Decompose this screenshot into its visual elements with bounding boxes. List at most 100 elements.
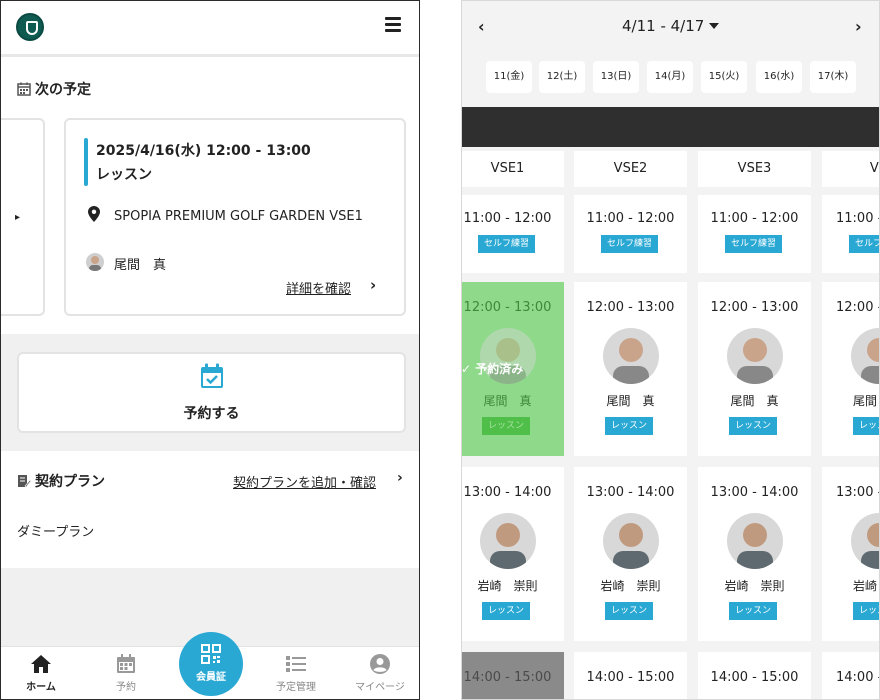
slot-card-booked[interactable]: 12:00 - 13:00 ✓ 予約済み 尾間 真 レッスン xyxy=(461,282,564,456)
reserve-button[interactable]: 予約する xyxy=(17,352,406,433)
slot-card[interactable]: 14:00 - 15:00 xyxy=(574,652,687,699)
coach-name: 尾間 真 xyxy=(483,394,532,408)
slot-time: 11:00 - 12:00 xyxy=(463,211,552,226)
week-selector: ‹ 4/11 - 4/17 › 11(金) 12(土) 13(日) 14(月) … xyxy=(462,1,879,107)
week-range[interactable]: 4/11 - 4/17 xyxy=(622,17,704,35)
coach-avatar xyxy=(851,513,879,569)
slot-tag: レッスン xyxy=(482,602,531,620)
slot-time: 12:00 - 13:00 xyxy=(710,300,799,315)
slot-time: 11:00 - 12:00 xyxy=(836,211,879,226)
column-header-vs: VS xyxy=(822,151,879,187)
slot-card[interactable]: 12:00 - 13:00 尾間 真 レッスン xyxy=(574,282,687,456)
column-header-vse2: VSE2 xyxy=(574,151,687,187)
coach-avatar xyxy=(480,513,536,569)
booked-label: ✓ 予約済み xyxy=(461,362,524,376)
slot-card[interactable]: 13:00 - 14:00 岩崎 崇則 レッスン xyxy=(574,467,687,641)
home-icon xyxy=(31,655,51,673)
tab-mypage[interactable]: マイページ xyxy=(345,653,415,693)
slot-time: 12:00 - 13:00 xyxy=(586,300,675,315)
user-circle-icon xyxy=(370,654,390,674)
day-chip[interactable]: 17(木) xyxy=(810,61,856,93)
coach-name: 岩崎 崇則 xyxy=(477,579,538,593)
plan-section-title: 契約プラン xyxy=(17,471,105,491)
caret-down-icon[interactable] xyxy=(709,23,719,29)
tab-home[interactable]: ホーム xyxy=(6,653,76,693)
column-header-vse1: VSE1 xyxy=(462,151,564,187)
check-icon: ✓ xyxy=(461,362,476,376)
reserve-label: 予約する xyxy=(183,406,240,422)
plan-add-link[interactable]: 契約プランを追加・確認 xyxy=(233,472,376,491)
coach-name: 尾間 真 xyxy=(853,394,879,408)
slot-card[interactable]: 12:00 - 13:00 尾間 真 レッスン xyxy=(698,282,811,456)
day-chip[interactable]: 13(日) xyxy=(593,61,639,93)
slot-time: 13:00 - 14:00 xyxy=(836,485,879,500)
schedule-type: レッスン xyxy=(96,167,152,183)
calendar-icon xyxy=(117,654,135,673)
slot-time: 13:00 - 14:00 xyxy=(710,485,799,500)
slot-tag: レッスン xyxy=(729,417,778,435)
coach-avatar xyxy=(603,328,659,384)
slot-tag: レッスン xyxy=(605,602,654,620)
hamburger-icon[interactable] xyxy=(385,17,401,32)
slot-card[interactable]: 14:00 - 15:00 xyxy=(698,652,811,699)
home-screen: 次の予定 ▸ 2025/4/16(水) 12:00 - 13:00 レッスン S… xyxy=(0,0,420,700)
slot-card[interactable]: 13:00 - 14:00 岩崎 崇則 レッスン xyxy=(462,467,564,641)
tab-schedule[interactable]: 予定管理 xyxy=(261,653,331,693)
schedule-card[interactable]: 2025/4/16(水) 12:00 - 13:00 レッスン SPOPIA P… xyxy=(64,118,406,316)
coach-name: 尾間 真 xyxy=(606,394,655,408)
slot-card[interactable]: 11:00 - 12:00 セルフ練習 xyxy=(822,195,879,273)
coach-name: 尾間 真 xyxy=(730,394,779,408)
day-chip[interactable]: 15(火) xyxy=(701,61,747,93)
detail-link[interactable]: 詳細を確認 xyxy=(286,278,351,297)
chevron-right-icon[interactable]: › xyxy=(855,17,862,36)
slot-card[interactable]: 14:00 - 15:00 xyxy=(822,652,879,699)
slot-card[interactable]: 11:00 - 12:00 セルフ練習 xyxy=(574,195,687,273)
day-chip[interactable]: 16(水) xyxy=(756,61,802,93)
qr-code-icon xyxy=(201,644,221,664)
schedule-accent-bar xyxy=(84,138,88,186)
coach-avatar xyxy=(603,513,659,569)
slot-time: 14:00 - 15:00 xyxy=(586,670,675,685)
coach-name: 尾間 真 xyxy=(114,258,167,273)
plan-name: ダミープラン xyxy=(17,525,95,540)
slot-card[interactable]: 11:00 - 12:00 セルフ練習 xyxy=(462,195,564,273)
chevron-right-icon[interactable]: › xyxy=(370,276,376,294)
slot-grid: VSE1 VSE2 VSE3 VS 11:00 - 12:00 セルフ練習 11… xyxy=(461,147,879,699)
slot-time: 14:00 - 15:00 xyxy=(463,670,552,685)
day-chip[interactable]: 11(金) xyxy=(486,61,532,93)
calendar-icon xyxy=(17,82,31,96)
slot-time: 13:00 - 14:00 xyxy=(586,485,675,500)
day-chip[interactable]: 12(土) xyxy=(539,61,585,93)
chevron-right-icon[interactable]: › xyxy=(397,470,403,486)
day-chip[interactable]: 14(月) xyxy=(647,61,693,93)
slot-card[interactable]: 13:00 - 14:00 岩崎 崇則 レッスン xyxy=(698,467,811,641)
chevron-left-icon[interactable]: ‹ xyxy=(478,17,485,36)
slot-tag: レッスン xyxy=(482,417,531,435)
slot-card[interactable]: 11:00 - 12:00 セルフ練習 xyxy=(698,195,811,273)
schedule-section-title: 次の予定 xyxy=(17,79,91,99)
slot-time: 12:00 - 13:00 xyxy=(836,300,879,315)
slot-tag: レッスン xyxy=(605,417,654,435)
schedule-place: SPOPIA PREMIUM GOLF GARDEN VSE1 xyxy=(114,209,363,224)
club-logo-icon[interactable] xyxy=(16,13,44,41)
slot-time: 14:00 - 15:00 xyxy=(710,670,799,685)
schedule-date-time: 2025/4/16(水) 12:00 - 13:00 xyxy=(96,143,311,159)
coach-avatar xyxy=(727,328,783,384)
slot-tag: セルフ練習 xyxy=(601,235,659,253)
coach-avatar xyxy=(86,253,104,271)
slot-card[interactable]: 13:00 - 14:00 岩崎 崇則 レッスン xyxy=(822,467,879,641)
slot-time: 11:00 - 12:00 xyxy=(586,211,675,226)
edit-document-icon xyxy=(18,475,31,488)
slot-tag: レッスン xyxy=(853,417,879,435)
slot-tag: レッスン xyxy=(729,602,778,620)
reservation-screen: ‹ 4/11 - 4/17 › 11(金) 12(土) 13(日) 14(月) … xyxy=(461,0,880,700)
slot-time: 14:00 - 15:00 xyxy=(836,670,879,685)
tab-reserve[interactable]: 予約 xyxy=(91,653,161,693)
membership-card-button[interactable]: 会員証 xyxy=(179,632,243,696)
app-header xyxy=(1,1,419,57)
location-pin-icon xyxy=(88,206,100,222)
coach-avatar xyxy=(727,513,783,569)
previous-schedule-card[interactable]: ▸ xyxy=(1,118,45,316)
calendar-check-icon xyxy=(201,363,223,388)
slot-card[interactable]: 12:00 - 13:00 尾間 真 レッスン xyxy=(822,282,879,456)
